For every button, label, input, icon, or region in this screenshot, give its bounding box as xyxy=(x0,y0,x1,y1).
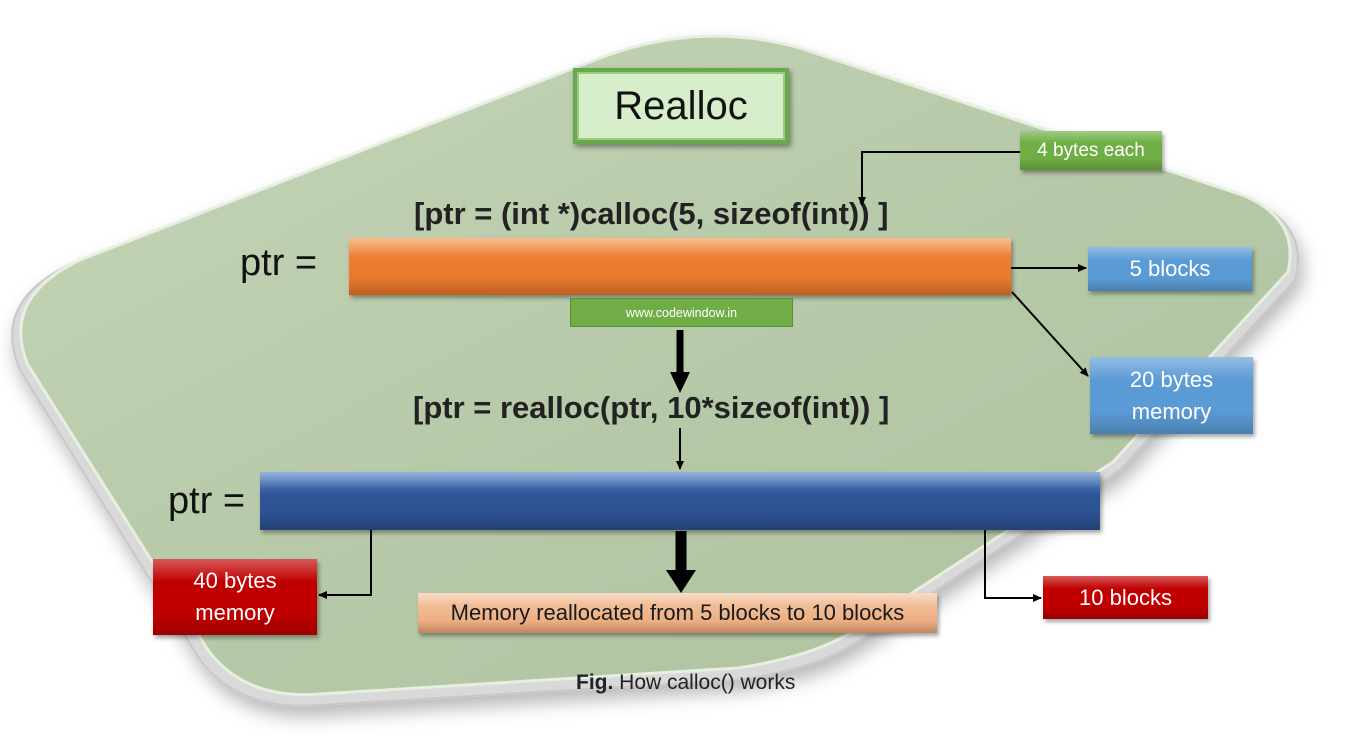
ptr-label-realloc: ptr = xyxy=(168,480,246,522)
caption-prefix: Fig. xyxy=(576,671,614,694)
five-blocks-tag: 5 blocks xyxy=(1088,247,1252,291)
result-banner: Memory reallocated from 5 blocks to 10 b… xyxy=(418,593,937,633)
forty-bytes-tag: 40 bytes memory xyxy=(153,559,317,635)
twenty-bytes-label-line1: 20 bytes xyxy=(1129,366,1214,392)
forty-bytes-label-line1: 40 bytes xyxy=(193,568,277,594)
bytes-each-tag: 4 bytes each xyxy=(1020,131,1162,170)
caption-text: How calloc() works xyxy=(613,671,796,694)
realloc-memory-bar xyxy=(260,472,1100,530)
title-box: Realloc xyxy=(573,68,789,144)
result-text: Memory reallocated from 5 blocks to 10 b… xyxy=(450,600,905,625)
twenty-bytes-label-line2: memory xyxy=(1131,398,1212,424)
calloc-memory-bar xyxy=(349,238,1011,295)
bytes-each-label: 4 bytes each xyxy=(1037,139,1145,161)
ptr-label-calloc: ptr = xyxy=(240,242,318,284)
watermark-banner: www.codewindow.in xyxy=(570,298,793,327)
figure-caption: Fig. How calloc() works xyxy=(576,671,795,695)
watermark-text: www.codewindow.in xyxy=(625,305,738,320)
twenty-bytes-tag: 20 bytes memory xyxy=(1090,357,1253,434)
calloc-statement: [ptr = (int *)calloc(5, sizeof(int)) ] xyxy=(414,196,889,231)
ten-blocks-label: 10 blocks xyxy=(1079,584,1172,610)
realloc-statement: [ptr = realloc(ptr, 10*sizeof(int)) ] xyxy=(413,390,890,425)
forty-bytes-label-line2: memory xyxy=(195,600,275,625)
five-blocks-label: 5 blocks xyxy=(1129,256,1211,281)
ten-blocks-tag: 10 blocks xyxy=(1043,576,1208,619)
title-text: Realloc xyxy=(614,83,748,128)
